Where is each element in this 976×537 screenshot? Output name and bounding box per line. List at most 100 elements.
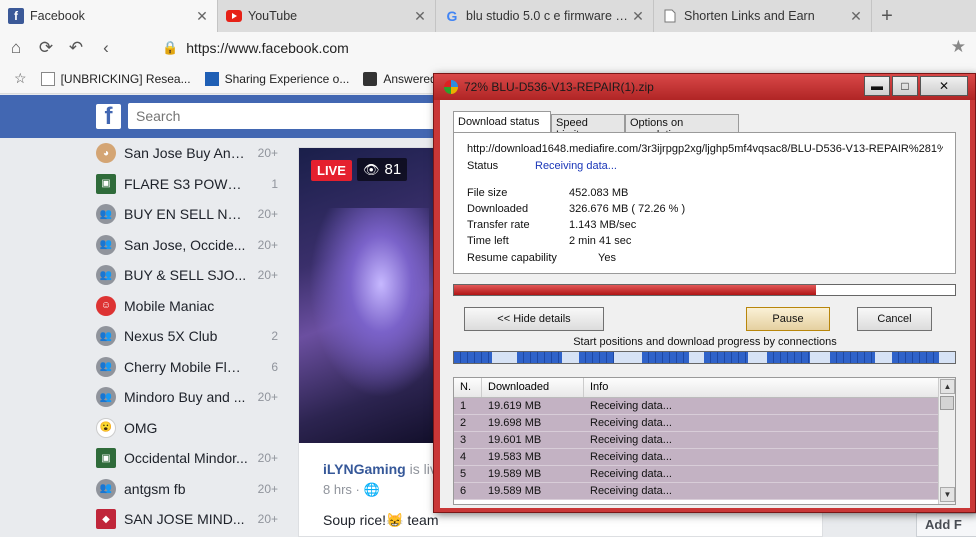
table-row[interactable]: 4 19.583 MB Receiving data... bbox=[454, 449, 955, 466]
star-icon[interactable]: ★ bbox=[951, 37, 966, 57]
table-row[interactable]: 6 19.589 MB Receiving data... bbox=[454, 483, 955, 500]
tab-youtube[interactable]: YouTube ✕ bbox=[218, 0, 436, 32]
page-icon bbox=[40, 71, 55, 86]
row-downloaded: 19.601 MB bbox=[488, 434, 542, 446]
close-tab-icon[interactable]: ✕ bbox=[195, 8, 209, 25]
group-avatar: 😮 bbox=[96, 417, 116, 438]
author-link[interactable]: iLYNGaming bbox=[323, 461, 406, 477]
close-tab-icon[interactable]: ✕ bbox=[413, 8, 427, 25]
group-avatar: ◕ bbox=[96, 143, 116, 164]
connection-segment-remaining bbox=[938, 352, 955, 363]
undo-close-icon[interactable]: ↶ bbox=[62, 34, 90, 62]
table-row[interactable]: 3 19.601 MB Receiving data... bbox=[454, 432, 955, 449]
group-avatar: ▣ bbox=[96, 448, 116, 469]
home-icon[interactable]: ⌂ bbox=[2, 34, 30, 62]
scroll-down-icon[interactable]: ▼ bbox=[940, 487, 955, 502]
sidebar-item-group[interactable]: ◕ San Jose Buy And... 20+ bbox=[88, 138, 284, 169]
group-count: 20+ bbox=[257, 207, 278, 222]
page-icon bbox=[662, 8, 678, 24]
close-button[interactable]: ✕ bbox=[920, 76, 968, 96]
sidebar-item-group[interactable]: 👥 San Jose, Occide... 20+ bbox=[88, 230, 284, 261]
dialog-title-bar[interactable]: 72% BLU-D536-V13-REPAIR(1).zip ▬ □ ✕ bbox=[434, 74, 975, 100]
row-downloaded: 19.698 MB bbox=[488, 417, 542, 429]
tab-options-on-completion[interactable]: Options on completion bbox=[625, 114, 739, 141]
bookmarks-star-icon[interactable]: ☆ bbox=[14, 70, 27, 87]
group-count: 20+ bbox=[257, 146, 278, 161]
tab-download-status[interactable]: Download status bbox=[453, 111, 551, 133]
sidebar-item-group[interactable]: 👥 antgsm fb 20+ bbox=[88, 474, 284, 505]
video-artwork bbox=[309, 208, 429, 398]
field-label: Time left bbox=[467, 235, 509, 247]
sidebar-item-group[interactable]: 👥 BUY & SELL SJO... 20+ bbox=[88, 260, 284, 291]
idm-icon bbox=[444, 80, 458, 94]
connection-segment-done bbox=[516, 352, 562, 363]
tab-shorten-links[interactable]: Shorten Links and Earn ✕ bbox=[654, 0, 872, 32]
tab-speed-limiter[interactable]: Speed Limiter bbox=[551, 114, 625, 141]
group-name: OMG bbox=[124, 419, 158, 436]
sidebar-item-group[interactable]: ▣ Occidental Mindor... 20+ bbox=[88, 443, 284, 474]
row-number: 6 bbox=[460, 485, 467, 497]
connection-segment-remaining bbox=[809, 352, 830, 363]
column-header-downloaded[interactable]: Downloaded bbox=[482, 378, 584, 397]
connection-segment-remaining bbox=[874, 352, 893, 363]
row-info: Receiving data... bbox=[590, 485, 672, 497]
group-avatar: ▣ bbox=[96, 173, 116, 194]
bookmark-answered[interactable]: Answered - bbox=[363, 71, 444, 86]
viewer-count: 👁 81 bbox=[357, 158, 408, 181]
hide-details-button[interactable]: << Hide details bbox=[464, 307, 604, 331]
live-video-thumbnail[interactable]: LIVE 👁 81 bbox=[299, 148, 439, 443]
field-value: 326.676 MB ( 72.26 % ) bbox=[569, 203, 686, 215]
cancel-button[interactable]: Cancel bbox=[857, 307, 932, 331]
sidebar-item-group[interactable]: 👥 Cherry Mobile Flar... 6 bbox=[88, 352, 284, 383]
back-icon[interactable]: ‹ bbox=[92, 34, 120, 62]
group-icon: 👥 bbox=[96, 387, 116, 408]
group-name: San Jose, Occide... bbox=[124, 236, 246, 253]
sidebar-item-group[interactable]: ☺ Mobile Maniac bbox=[88, 291, 284, 322]
group-name: Mobile Maniac bbox=[124, 297, 215, 314]
connections-table: N. Downloaded Info 1 19.619 MB Receiving d… bbox=[453, 377, 956, 505]
column-header-number[interactable]: N. bbox=[454, 378, 482, 397]
tab-facebook[interactable]: f Facebook ✕ bbox=[0, 0, 218, 32]
blog-icon bbox=[204, 71, 219, 86]
add-friend-button[interactable]: Add F bbox=[916, 513, 976, 537]
sidebar-item-group[interactable]: ▣ FLARE S3 POWE... 1 bbox=[88, 169, 284, 200]
scroll-thumb[interactable] bbox=[940, 396, 954, 410]
column-header-info[interactable]: Info bbox=[584, 378, 955, 397]
table-row[interactable]: 5 19.589 MB Receiving data... bbox=[454, 466, 955, 483]
close-tab-icon[interactable]: ✕ bbox=[631, 8, 645, 25]
sidebar-item-group[interactable]: 👥 Mindoro Buy and ... 20+ bbox=[88, 382, 284, 413]
time-left-row: Time left 2 min 41 sec bbox=[467, 235, 631, 247]
live-badge: LIVE bbox=[311, 160, 352, 181]
timestamp-text[interactable]: 8 hrs · bbox=[323, 482, 360, 497]
maximize-button[interactable]: □ bbox=[892, 76, 918, 96]
group-avatar: ☺ bbox=[96, 295, 116, 316]
sidebar-item-group[interactable]: 👥 Nexus 5X Club 2 bbox=[88, 321, 284, 352]
facebook-logo[interactable]: f bbox=[96, 104, 121, 129]
group-icon: 👥 bbox=[96, 356, 116, 377]
status-value: Receiving data... bbox=[535, 160, 617, 172]
group-name: San Jose Buy And... bbox=[124, 145, 248, 162]
bookmark-sharing-experience[interactable]: Sharing Experience o... bbox=[204, 71, 349, 86]
sidebar-item-group[interactable]: ◆ SAN JOSE MIND... 20+ bbox=[88, 504, 284, 535]
table-scrollbar[interactable]: ▲ ▼ bbox=[938, 378, 955, 504]
tab-google-search[interactable]: G blu studio 5.0 c e firmware - G ✕ bbox=[436, 0, 654, 32]
group-count: 20+ bbox=[257, 390, 278, 405]
minimize-button[interactable]: ▬ bbox=[864, 76, 890, 96]
pause-button[interactable]: Pause bbox=[746, 307, 830, 331]
table-row[interactable]: 1 19.619 MB Receiving data... bbox=[454, 398, 955, 415]
group-count: 20+ bbox=[257, 268, 278, 283]
connections-caption: Start positions and download progress by… bbox=[573, 336, 837, 348]
reload-icon[interactable]: ⟳ bbox=[32, 34, 60, 62]
download-status-panel: http://download1648.mediafire.com/3r3ijr… bbox=[453, 132, 956, 274]
sidebar-item-group[interactable]: 👥 BUY EN SELL NG... 20+ bbox=[88, 199, 284, 230]
close-tab-icon[interactable]: ✕ bbox=[849, 8, 863, 25]
address-bar[interactable]: 🔒 https://www.facebook.com bbox=[162, 36, 932, 60]
browser-toolbar: ⌂ ⟳ ↶ ‹ 🔒 https://www.facebook.com ★ bbox=[0, 32, 976, 64]
row-number: 1 bbox=[460, 400, 467, 412]
sidebar-item-group[interactable]: 😮 OMG bbox=[88, 413, 284, 444]
new-tab-button[interactable]: + bbox=[872, 0, 902, 32]
facebook-search-input[interactable] bbox=[128, 103, 438, 129]
bookmark-unbricking[interactable]: [UNBRICKING] Resea... bbox=[40, 71, 191, 86]
scroll-up-icon[interactable]: ▲ bbox=[940, 379, 955, 394]
table-row[interactable]: 2 19.698 MB Receiving data... bbox=[454, 415, 955, 432]
